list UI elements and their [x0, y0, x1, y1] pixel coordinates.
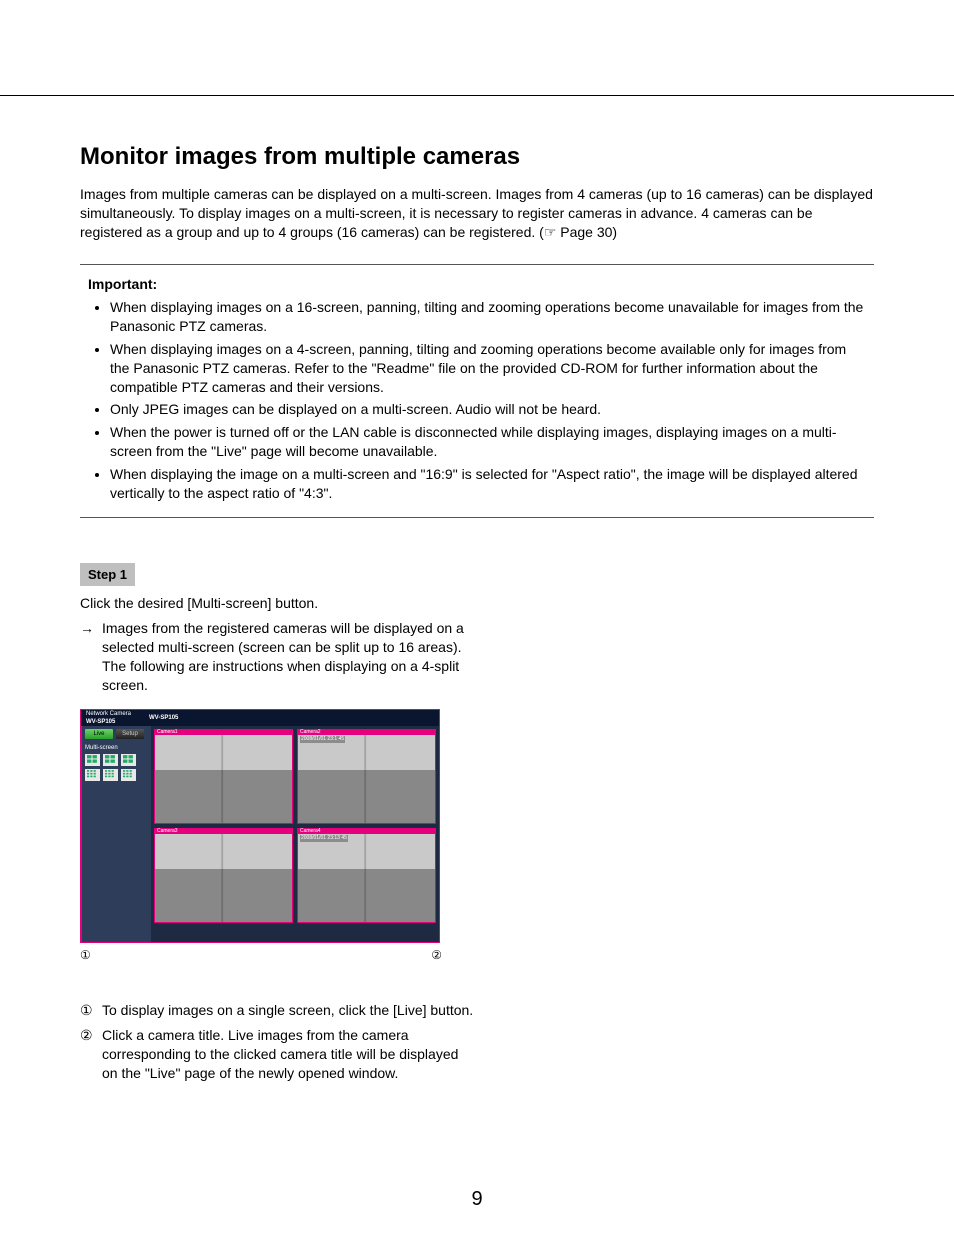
callout-markers: ① ②	[80, 947, 442, 963]
note-number: ②	[80, 1026, 102, 1083]
layout-button-6[interactable]	[121, 769, 136, 781]
left-column: Step 1 Click the desired [Multi-screen] …	[80, 563, 475, 1083]
camera-timestamp: 2008/01/01 23:13 45	[300, 835, 348, 842]
important-heading: Important:	[88, 275, 866, 294]
important-item: When the power is turned off or the LAN …	[110, 423, 866, 461]
layout-button-2[interactable]	[103, 754, 118, 766]
model-right: WV-SP105	[149, 714, 178, 722]
model-left: WV-SP105	[86, 719, 115, 725]
important-box: Important: When displaying images on a 1…	[80, 264, 874, 518]
layout-button-3[interactable]	[121, 754, 136, 766]
step-text: Click the desired [Multi-screen] button.	[80, 594, 475, 613]
layout-button-4[interactable]	[85, 769, 100, 781]
important-list: When displaying images on a 16-screen, p…	[88, 298, 866, 503]
callout-1: ①	[80, 947, 91, 963]
note-number: ①	[80, 1001, 102, 1020]
important-item: When displaying images on a 4-screen, pa…	[110, 340, 866, 397]
page-number: 9	[0, 1186, 954, 1213]
numbered-notes: ① To display images on a single screen, …	[80, 1001, 475, 1083]
layout-button-5[interactable]	[103, 769, 118, 781]
app-screenshot: Network Camera WV-SP105 WV-SP105 Live Set…	[80, 709, 440, 943]
step-result-text: Images from the registered cameras will …	[102, 619, 475, 695]
camera-tile-1[interactable]: Camera1	[154, 729, 293, 824]
camera-timestamp: 2008/01/01 23:1 45	[300, 736, 345, 743]
setup-button[interactable]: Setup	[116, 729, 144, 739]
camera-grid: Camera1 Camera2 2008/01/01 23:1 45 Camer…	[151, 726, 439, 942]
camera-tile-3[interactable]: Camera3	[154, 828, 293, 923]
camera-tile-2[interactable]: Camera2 2008/01/01 23:1 45	[297, 729, 436, 824]
intro-paragraph: Images from multiple cameras can be disp…	[80, 185, 874, 242]
multiscreen-label: Multi-screen	[85, 744, 148, 752]
live-button[interactable]: Live	[85, 729, 113, 739]
page-title: Monitor images from multiple cameras	[80, 141, 874, 173]
note-text: Click a camera title. Live images from t…	[102, 1026, 475, 1083]
important-item: Only JPEG images can be displayed on a m…	[110, 400, 866, 419]
step-result: → Images from the registered cameras wil…	[80, 619, 475, 695]
step-label: Step 1	[80, 563, 135, 587]
sidebar: Live Setup Multi-screen	[81, 726, 151, 942]
note-text: To display images on a single screen, cl…	[102, 1001, 475, 1020]
page: Monitor images from multiple cameras Ima…	[0, 0, 954, 1235]
header-label: Network Camera	[86, 711, 131, 717]
important-item: When displaying the image on a multi-scr…	[110, 465, 866, 503]
camera-tile-4[interactable]: Camera4 2008/01/01 23:13 45	[297, 828, 436, 923]
note-item: ② Click a camera title. Live images from…	[80, 1026, 475, 1083]
callout-2: ②	[431, 947, 442, 963]
layout-button-1[interactable]	[85, 754, 100, 766]
arrow-icon: →	[80, 619, 102, 695]
screenshot-figure: Network Camera WV-SP105 WV-SP105 Live Set…	[80, 709, 450, 963]
app-header: Network Camera WV-SP105 WV-SP105	[81, 710, 439, 726]
important-item: When displaying images on a 16-screen, p…	[110, 298, 866, 336]
top-rule	[0, 95, 954, 96]
note-item: ① To display images on a single screen, …	[80, 1001, 475, 1020]
